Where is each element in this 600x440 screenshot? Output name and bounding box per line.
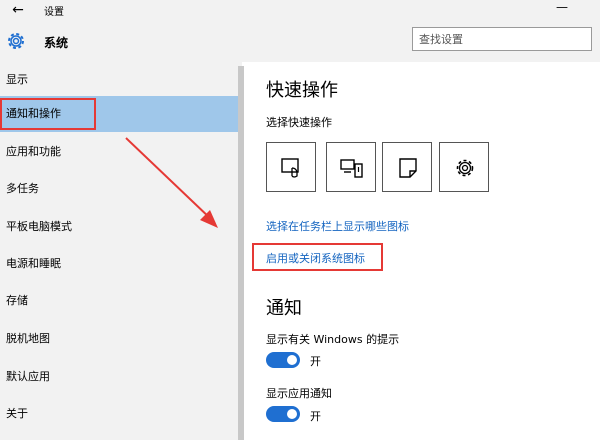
sidebar-item-label: 显示 [6, 73, 28, 86]
sidebar-item-apps-features[interactable]: 应用和功能 [0, 134, 238, 170]
app-notifications-toggle[interactable] [266, 406, 300, 422]
quick-actions-subtitle: 选择快速操作 [266, 116, 332, 129]
search-field[interactable] [412, 27, 592, 51]
connect-display-icon [340, 159, 363, 178]
sidebar-item-label: 存储 [6, 294, 28, 307]
sidebar-item-offline-maps[interactable]: 脱机地图 [0, 321, 238, 357]
sidebar-item-display[interactable]: 显示 [0, 62, 238, 98]
windows-tips-label: 显示有关 Windows 的提示 [266, 333, 400, 346]
sidebar-item-about[interactable]: 关于 [0, 396, 238, 432]
windows-tips-state: 开 [310, 355, 321, 368]
app-notifications-label: 显示应用通知 [266, 387, 332, 400]
sidebar-item-default-apps[interactable]: 默认应用 [0, 359, 238, 395]
quick-actions-heading: 快速操作 [266, 80, 338, 101]
windows-tips-toggle[interactable] [266, 352, 300, 368]
note-icon [399, 158, 417, 178]
sidebar-item-label: 应用和功能 [6, 145, 61, 158]
settings-gear-icon [456, 159, 474, 177]
sidebar-item-multitasking[interactable]: 多任务 [0, 171, 238, 207]
window-title: 设置 [44, 7, 64, 18]
title-bar: ← 设置 — [0, 0, 600, 20]
gear-icon [8, 33, 24, 49]
sidebar-item-label: 多任务 [6, 182, 39, 195]
notifications-heading: 通知 [266, 298, 302, 319]
annotation-link-box [252, 243, 383, 271]
app-notifications-state: 开 [310, 410, 321, 423]
sidebar-item-label: 关于 [6, 407, 28, 420]
settings-header: 系统 [0, 20, 600, 62]
quick-action-tile-note[interactable] [382, 142, 432, 192]
sidebar-item-label: 电源和睡眠 [6, 257, 61, 270]
sidebar-item-storage[interactable]: 存储 [0, 283, 238, 319]
sidebar-item-tablet-mode[interactable]: 平板电脑模式 [0, 209, 238, 245]
tablet-mode-icon [281, 158, 299, 178]
quick-action-tile-tablet[interactable] [266, 142, 316, 192]
sidebar-item-label: 平板电脑模式 [6, 220, 72, 233]
annotation-highlight-box [0, 98, 96, 130]
quick-action-tile-settings[interactable] [439, 142, 489, 192]
back-arrow-icon[interactable]: ← [8, 1, 28, 19]
sidebar-item-label: 脱机地图 [6, 332, 50, 345]
sidebar-item-power-sleep[interactable]: 电源和睡眠 [0, 246, 238, 282]
page-title: 系统 [44, 36, 69, 50]
minimize-button[interactable]: — [552, 0, 572, 18]
search-input[interactable] [419, 31, 584, 47]
taskbar-icons-link[interactable]: 选择在任务栏上显示哪些图标 [266, 218, 409, 234]
sidebar-item-label: 默认应用 [6, 370, 50, 383]
sidebar-scrollbar[interactable] [238, 66, 244, 440]
quick-action-tile-connect[interactable] [326, 142, 376, 192]
